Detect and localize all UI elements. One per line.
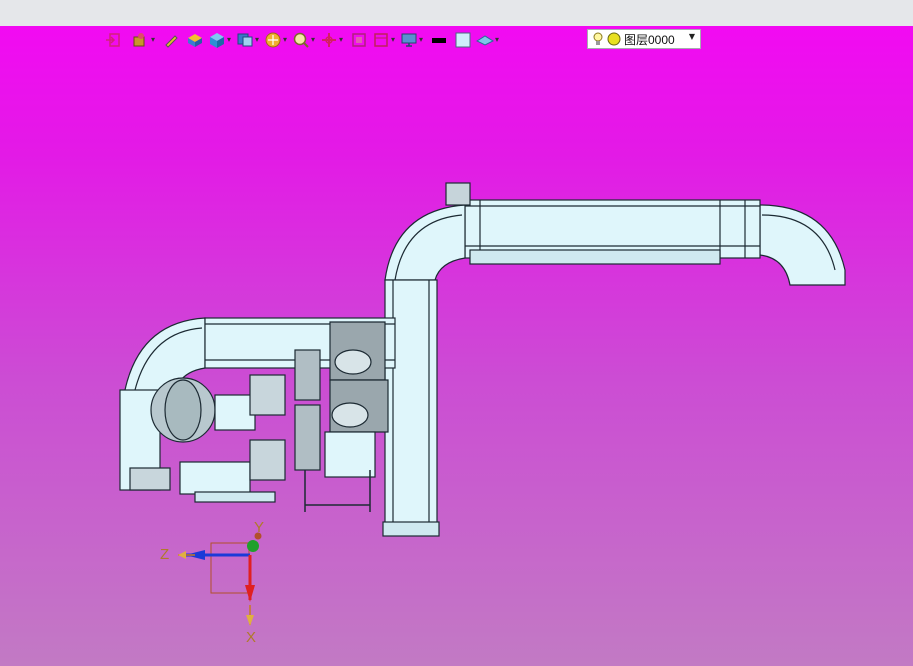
- axis-label-x: X: [246, 629, 257, 646]
- top-horizontal-duct: [464, 199, 761, 259]
- top-right-elbow: [759, 204, 846, 286]
- equipment-block-1: [294, 349, 321, 401]
- duct-assembly-model[interactable]: [0, 0, 913, 666]
- axis-triad: [178, 532, 262, 626]
- axis-label-z: Z: [160, 546, 170, 563]
- axis-label-y: Y: [254, 519, 265, 536]
